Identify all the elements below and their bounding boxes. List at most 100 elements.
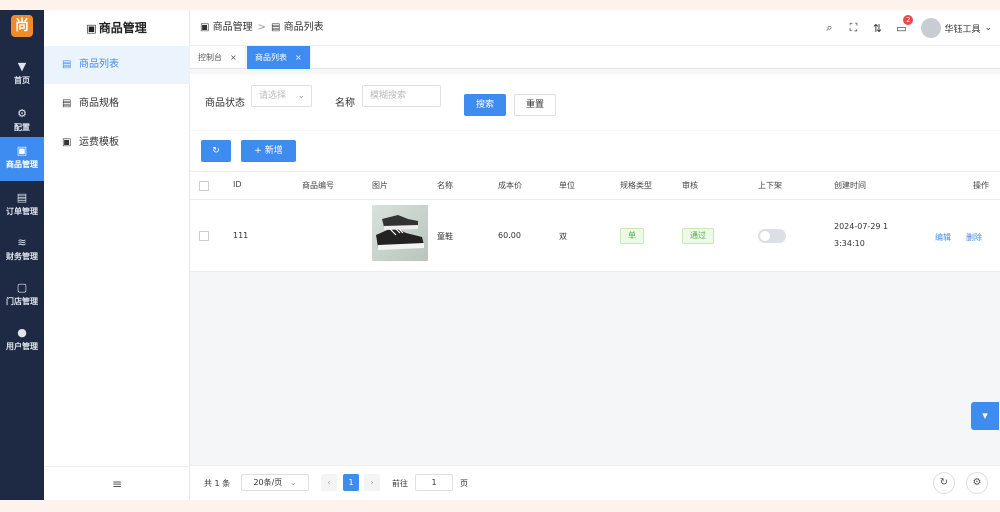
select-all-checkbox[interactable] <box>199 181 209 191</box>
message-icon[interactable]: ▭ 2 <box>889 14 914 35</box>
collapse-menu-button[interactable]: ≡ <box>44 466 190 500</box>
nav-product[interactable]: ▣ 商品管理 <box>0 137 44 181</box>
add-product-button[interactable]: + 新增 <box>241 140 296 162</box>
goto-page-input[interactable]: 1 <box>415 474 453 491</box>
status-label: 商品状态 <box>205 98 245 109</box>
edit-link[interactable]: 编辑 <box>935 232 951 243</box>
sub-menu-title-text: 商品管理 <box>98 21 147 35</box>
col-id: ID <box>233 180 242 189</box>
top-header: ▣ 商品管理 > ▤ 商品列表 ⌕ ⛶ ⇅ ▭ 2 华钰工具 ⌄ <box>190 10 1000 46</box>
tab-label: 控制台 <box>198 53 222 62</box>
status-select[interactable]: 请选择 ⌄ <box>251 85 312 107</box>
col-name: 名称 <box>437 181 453 190</box>
home-icon: ▼ <box>17 60 27 73</box>
shelf-toggle[interactable] <box>758 229 786 243</box>
page-unit-label: 页 <box>460 479 468 488</box>
name-search-input[interactable]: 模糊搜索 <box>362 85 441 107</box>
sub-menu-title: ▣ 商品管理 <box>44 10 189 46</box>
fullscreen-icon[interactable]: ⛶ <box>841 21 865 35</box>
prev-page-button[interactable]: ‹ <box>321 474 337 491</box>
reset-button[interactable]: 重置 <box>514 94 556 116</box>
tab-label: 商品列表 <box>255 53 287 62</box>
nav-home[interactable]: ▼ 首页 <box>0 53 44 97</box>
tab-dashboard[interactable]: 控制台 × <box>190 46 246 69</box>
translate-icon[interactable]: ⇅ <box>865 22 889 35</box>
sub-menu: ▣ 商品管理 ▤ 商品列表 ▤ 商品规格 ▣ 运费模板 ≡ <box>44 10 190 500</box>
total-count: 共 1 条 <box>204 479 231 488</box>
divider <box>190 199 1000 200</box>
menu-item-product-list[interactable]: ▤ 商品列表 <box>44 46 190 84</box>
gear-icon: ⚙ <box>972 477 982 488</box>
menu-item-label: 运费模板 <box>79 137 119 148</box>
col-actions: 操作 <box>973 181 989 190</box>
row-cost: 60.00 <box>498 231 521 240</box>
chevron-down-icon: ⌄ <box>297 91 305 101</box>
header-actions: ⌕ ⛶ ⇅ ▭ 2 华钰工具 ⌄ <box>817 10 992 46</box>
breadcrumb: ▣ 商品管理 > ▤ 商品列表 <box>200 10 324 46</box>
pagination-bar: 共 1 条 20条/页 ⌄ ‹ 1 › 前往 1 页 ↻ ⚙ <box>190 465 1000 500</box>
main-nav-rail: 尚 ▼ 首页 ⚙ 配置 ▣ 商品管理 ▤ 订单管理 ≋ 财务管理 ▢ 门店管理 … <box>0 10 44 500</box>
goto-label: 前往 <box>392 479 408 488</box>
page-1-button[interactable]: 1 <box>343 474 359 491</box>
close-icon[interactable]: × <box>295 53 302 62</box>
app-window: 尚 ▼ 首页 ⚙ 配置 ▣ 商品管理 ▤ 订单管理 ≋ 财务管理 ▢ 门店管理 … <box>0 10 1000 500</box>
list-icon: ▤ <box>62 59 72 70</box>
sneaker-image <box>376 215 424 250</box>
col-unit: 单位 <box>559 181 575 190</box>
nav-store[interactable]: ▢ 门店管理 <box>0 274 44 318</box>
delete-link[interactable]: 删除 <box>966 232 982 243</box>
user-name: 华钰工具 <box>944 24 981 35</box>
product-image <box>372 205 428 261</box>
name-label: 名称 <box>335 98 355 109</box>
search-button[interactable]: 搜索 <box>464 94 506 116</box>
notification-badge: 2 <box>902 14 914 25</box>
row-id: 111 <box>233 231 249 240</box>
row-name: 童鞋 <box>437 232 453 241</box>
table-settings-button[interactable]: ⚙ <box>966 472 988 494</box>
close-icon[interactable]: × <box>230 53 237 62</box>
nav-finance[interactable]: ≋ 财务管理 <box>0 229 44 273</box>
page-size-select[interactable]: 20条/页 ⌄ <box>241 474 309 491</box>
spec-icon: ▤ <box>62 98 72 109</box>
breadcrumb-item[interactable]: 商品管理 <box>213 22 253 33</box>
col-audit: 审核 <box>682 181 698 190</box>
refresh-table-button[interactable]: ↻ <box>933 472 955 494</box>
col-spec-type: 规格类型 <box>620 181 652 190</box>
shop-icon: ▣ <box>86 22 97 35</box>
nav-order[interactable]: ▤ 订单管理 <box>0 184 44 228</box>
gear-icon: ⚙ <box>17 107 27 120</box>
search-icon[interactable]: ⌕ <box>817 21 841 35</box>
audit-status-badge: 通过 <box>682 228 714 244</box>
refresh-button[interactable]: ↻ <box>201 140 231 162</box>
nav-user[interactable]: ● 用户管理 <box>0 319 44 363</box>
chevron-down-icon: ⌄ <box>289 478 297 487</box>
next-page-button[interactable]: › <box>364 474 380 491</box>
tab-bar: 控制台 × 商品列表 × <box>190 46 1000 69</box>
floating-action-button[interactable]: ▾ <box>971 402 999 430</box>
divider <box>190 171 1000 172</box>
user-menu[interactable]: 华钰工具 ⌄ <box>921 18 992 38</box>
row-checkbox[interactable] <box>199 231 209 241</box>
menu-item-freight-template[interactable]: ▣ 运费模板 <box>44 124 190 162</box>
chevron-down-icon: ⌄ <box>984 23 992 33</box>
row-created-line1: 2024-07-29 1 <box>834 222 889 231</box>
shop-icon: ▣ <box>16 144 28 157</box>
breadcrumb-separator: > <box>257 22 267 33</box>
finance-icon: ≋ <box>17 236 27 249</box>
avatar <box>921 18 942 38</box>
col-code: 商品编号 <box>302 181 334 190</box>
col-shelf: 上下架 <box>758 181 782 190</box>
search-form: 商品状态 请选择 ⌄ 名称 模糊搜索 搜索 重置 <box>190 74 1000 130</box>
menu-item-product-spec[interactable]: ▤ 商品规格 <box>44 85 190 123</box>
name-search-placeholder: 模糊搜索 <box>370 91 407 101</box>
pin-icon: ▾ <box>982 409 988 422</box>
tab-product-list[interactable]: 商品列表 × <box>247 46 311 69</box>
shop-icon: ▣ <box>200 22 213 33</box>
nav-finance-label: 财务管理 <box>6 252 38 261</box>
freight-icon: ▣ <box>62 137 72 148</box>
page-size-value: 20条/页 <box>253 478 283 487</box>
toggle-knob <box>760 231 770 241</box>
refresh-icon: ↻ <box>939 477 949 488</box>
nav-user-label: 用户管理 <box>6 342 38 351</box>
menu-item-label: 商品规格 <box>79 98 119 109</box>
